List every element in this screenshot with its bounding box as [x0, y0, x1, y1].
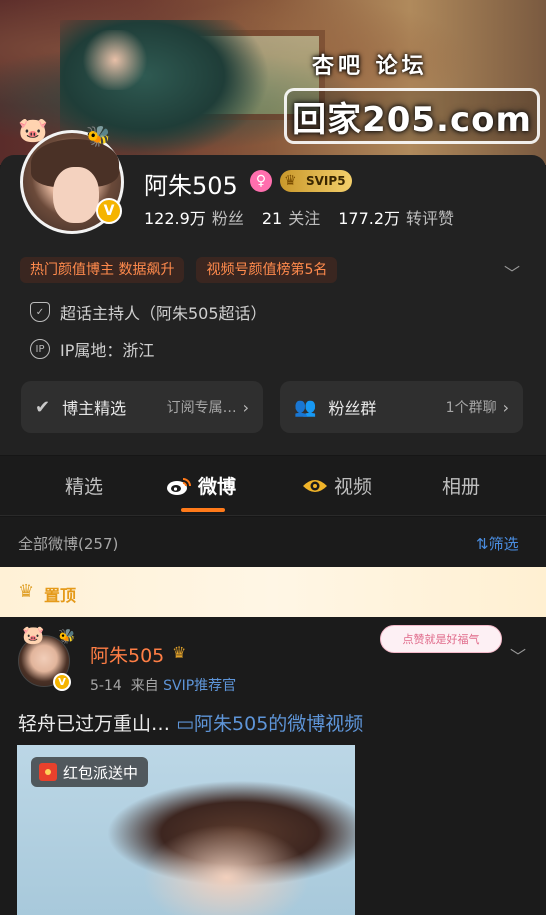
- tab-label: 视频: [334, 476, 373, 498]
- pinned-banner: ♛ 置顶: [0, 567, 546, 617]
- red-packet-icon: [39, 763, 57, 781]
- tab-video[interactable]: 视频: [302, 472, 372, 499]
- blogger-select-button[interactable]: ✔ 博主精选 订阅专属… ›: [21, 381, 263, 433]
- watermark-top-text: 杏吧 论坛: [312, 54, 428, 79]
- post-date: 5-14: [90, 678, 122, 694]
- tag-video-rank[interactable]: 视频号颜值榜第5名: [196, 257, 338, 283]
- pig-icon: 🐷: [22, 625, 45, 646]
- avatar-face: [53, 167, 99, 223]
- crown-icon: ♛: [284, 173, 297, 189]
- verified-badge: V: [53, 673, 71, 691]
- cover-figure-detail: [80, 30, 150, 90]
- ip-icon: IP: [30, 339, 50, 359]
- stat-value: 21: [261, 209, 283, 228]
- post-card[interactable]: 🐷 🐝 V 阿朱505 ♛ 5-14 来自 SVIP推荐官 点赞就是好福气 ﹀ …: [0, 617, 546, 915]
- bee-icon: 🐝: [86, 124, 111, 148]
- ip-location-text: IP属地：浙江: [60, 341, 155, 360]
- feature-label: 博主精选: [62, 399, 127, 418]
- post-filter-bar: 全部微博(257) ⇅筛选: [0, 517, 546, 567]
- shield-icon: ✓: [30, 302, 50, 322]
- chevron-down-icon[interactable]: ﹀: [504, 260, 520, 284]
- tab-label: 微博: [198, 476, 237, 498]
- filter-label: 筛选: [488, 535, 519, 553]
- post-meta: 5-14 来自 SVIP推荐官: [90, 675, 236, 695]
- weibo-logo-icon: [167, 478, 191, 495]
- feature-sub: 1个群聊: [445, 400, 497, 416]
- all-posts-count: 全部微博(257): [18, 535, 119, 553]
- post-source[interactable]: SVIP推荐官: [163, 678, 236, 694]
- svip-badge[interactable]: ♛ SVIP5: [280, 170, 352, 192]
- stat-followers[interactable]: 122.9万 粉丝: [144, 205, 244, 229]
- filter-icon: ⇅: [476, 535, 489, 553]
- watermark-main-text: 回家205.com: [284, 88, 540, 144]
- more-icon[interactable]: ﹀: [510, 643, 526, 667]
- red-packet-badge: 红包派送中: [31, 757, 149, 787]
- post-author[interactable]: 阿朱505: [90, 641, 164, 668]
- stat-interactions[interactable]: 177.2万 转评赞: [338, 205, 454, 229]
- video-link-text: 阿朱505的微博视频: [194, 713, 364, 735]
- super-topic-text: 超话主持人（阿朱505超话）: [60, 304, 267, 323]
- stat-value: 122.9万: [144, 209, 206, 228]
- tag-hot-blogger[interactable]: 热门颜值博主 数据飙升: [20, 257, 185, 283]
- svip-level: SVIP5: [306, 174, 346, 188]
- super-topic-row[interactable]: ✓ 超话主持人（阿朱505超话）: [30, 300, 267, 324]
- feature-sub: 订阅专属…: [166, 400, 237, 416]
- stat-following[interactable]: 21 关注: [262, 205, 320, 229]
- post-source-prefix: 来自: [130, 678, 159, 694]
- crown-icon: ♛: [172, 643, 187, 662]
- red-packet-text: 红包派送中: [63, 763, 139, 782]
- stat-label: 转评赞: [406, 209, 455, 228]
- pinned-label: 置顶: [44, 586, 77, 605]
- active-tab-indicator: [181, 508, 225, 512]
- pig-icon: 🐷: [18, 116, 48, 144]
- select-icon: ✔: [35, 396, 51, 418]
- fan-group-button[interactable]: 👥 粉丝群 1个群聊 ›: [280, 381, 523, 433]
- female-icon: ♀: [250, 170, 272, 192]
- profile-name: 阿朱505: [144, 172, 238, 200]
- crown-icon: ♛: [18, 581, 35, 602]
- profile-tags: 热门颜值博主 数据飙升 视频号颜值榜第5名: [20, 257, 338, 283]
- stat-value: 177.2万: [338, 209, 401, 228]
- stat-label: 关注: [288, 209, 321, 228]
- post-text: 轻舟已过万重山… ▭阿朱505的微博视频: [18, 709, 363, 736]
- tab-album[interactable]: 相册: [442, 472, 480, 499]
- chevron-right-icon: ›: [502, 397, 509, 417]
- feature-label: 粉丝群: [328, 399, 377, 418]
- like-sticker: 点赞就是好福气: [380, 625, 502, 653]
- tab-weibo[interactable]: 微博: [166, 472, 236, 499]
- tab-featured[interactable]: 精选: [65, 472, 103, 499]
- filter-button[interactable]: ⇅筛选: [476, 533, 519, 554]
- profile-tabs: 精选 微博 视频 相册: [0, 456, 546, 516]
- video-link[interactable]: ▭阿朱505的微博视频: [176, 713, 363, 735]
- ip-location-row: IP IP属地：浙江: [30, 337, 154, 361]
- watermark: 杏吧 论坛 回家205.com: [278, 44, 540, 154]
- video-link-icon: ▭: [176, 713, 195, 735]
- video-eye-icon: [303, 480, 327, 492]
- verified-badge: V: [96, 198, 122, 224]
- bee-icon: 🐝: [58, 629, 76, 645]
- chevron-right-icon: ›: [242, 397, 249, 417]
- post-video-thumbnail[interactable]: 红包派送中: [17, 745, 355, 915]
- profile-stats: 122.9万 粉丝 21 关注 177.2万 转评赞: [144, 205, 454, 229]
- group-icon: 👥: [294, 396, 317, 418]
- post-body: 轻舟已过万重山…: [18, 713, 171, 735]
- stat-label: 粉丝: [211, 209, 244, 228]
